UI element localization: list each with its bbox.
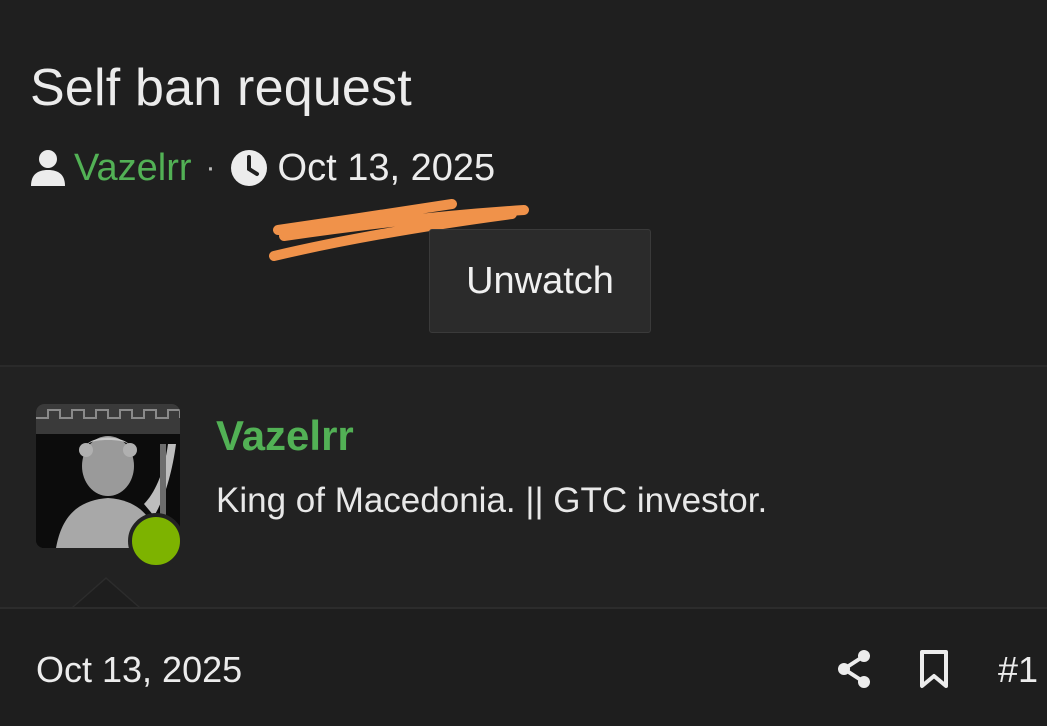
share-icon[interactable] [836, 649, 872, 694]
clock-icon [230, 149, 268, 187]
thread-start-date[interactable]: Oct 13, 2025 [278, 147, 496, 190]
bookmark-icon[interactable] [918, 649, 950, 694]
post-number[interactable]: #1 [998, 649, 1038, 691]
thread-meta: Vazelrr · Oct 13, 2025 [30, 146, 495, 190]
thread-author-link[interactable]: Vazelrr [74, 147, 192, 190]
thread-header: Self ban request Vazelrr · Oct 13, 2025 … [0, 0, 1047, 365]
unwatch-button[interactable]: Unwatch [429, 229, 651, 333]
online-status-indicator [128, 513, 184, 569]
meta-separator: · [205, 151, 216, 184]
post-username[interactable]: Vazelrr [216, 412, 354, 460]
post-date[interactable]: Oct 13, 2025 [36, 649, 242, 691]
thread-title: Self ban request [30, 59, 412, 117]
user-icon [30, 149, 66, 187]
post-user-block: Vazelrr King of Macedonia. || GTC invest… [0, 367, 1047, 607]
post-footer: Oct 13, 2025 #1 [0, 609, 1047, 726]
message-pointer-inner [74, 579, 138, 607]
user-title: King of Macedonia. || GTC investor. [216, 481, 768, 520]
